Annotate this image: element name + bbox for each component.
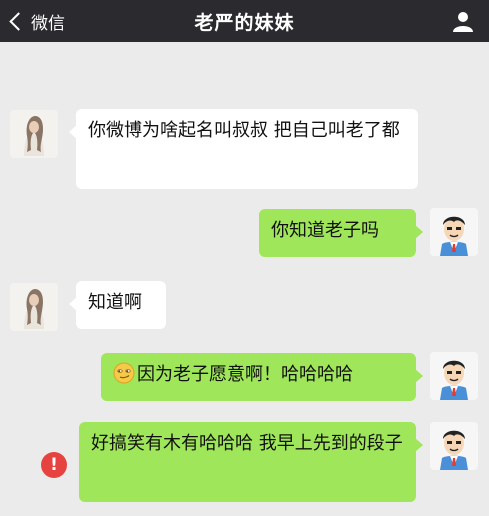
message-text: 你微博为啥起名叫叔叔 把自己叫老了都 (88, 120, 400, 141)
message-bubble-outgoing-failed[interactable]: 好搞笑有木有哈哈哈 我早上先到的段子 (79, 422, 423, 502)
message-bubble-outgoing[interactable]: 因为老子愿意啊！哈哈哈哈 (101, 353, 423, 401)
my-avatar[interactable] (430, 422, 478, 470)
chat-title: 老严的妹妹 (194, 12, 295, 34)
contact-avatar[interactable] (10, 283, 58, 331)
message-bubble-incoming[interactable]: 你微博为啥起名叫叔叔 把自己叫老了都 (69, 109, 418, 189)
message-text: 好搞笑有木有哈哈哈 我早上先到的段子 (91, 433, 403, 454)
exclamation-icon[interactable]: ! (41, 452, 67, 478)
message-text: 因为老子愿意啊！哈哈哈哈 (137, 364, 353, 385)
message-text: 你知道老子吗 (271, 220, 379, 241)
my-avatar[interactable] (430, 208, 478, 256)
contact-avatar[interactable] (10, 110, 58, 158)
smirk-emoji-icon (113, 362, 135, 384)
message-bubble-outgoing[interactable]: 你知道老子吗 (259, 209, 423, 257)
my-avatar[interactable] (430, 352, 478, 400)
person-icon[interactable] (451, 9, 475, 33)
message-text: 知道啊 (88, 292, 142, 313)
title-bar: 微信 老严的妹妹 (0, 0, 489, 42)
message-bubble-incoming[interactable]: 知道啊 (69, 281, 166, 329)
